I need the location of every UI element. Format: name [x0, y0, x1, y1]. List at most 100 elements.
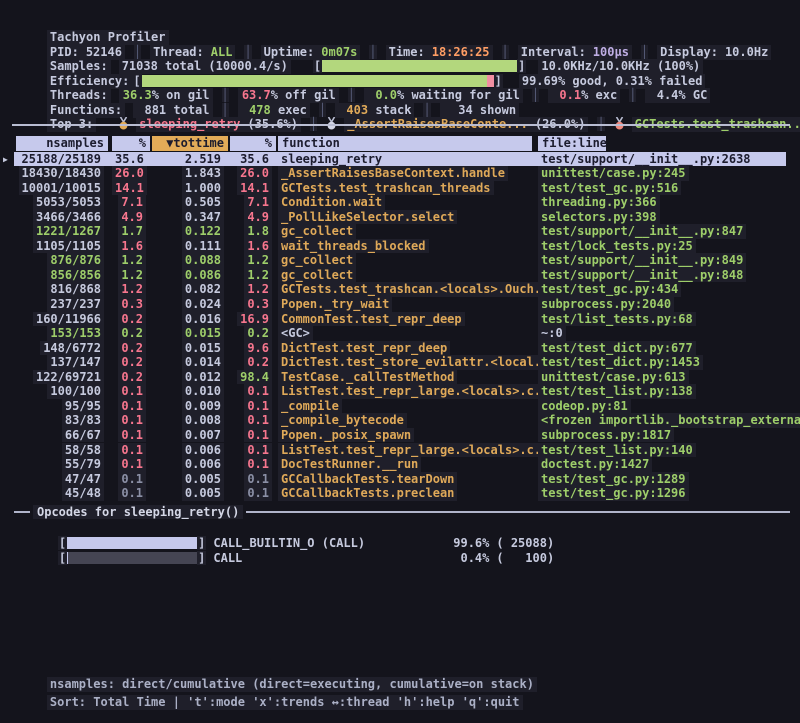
- table-row[interactable]: 58/580.10.0060.1ListTest.test_repr_large…: [0, 443, 800, 458]
- column-header-tottime-sorted[interactable]: ▼tottime: [152, 136, 228, 151]
- table-row[interactable]: 153/1530.20.0150.2<GC>~:0: [0, 326, 800, 341]
- legend-line: nsamples: direct/cumulative (direct=exec…: [18, 662, 800, 677]
- total-pct-cell: 4.9: [230, 210, 272, 225]
- nsamples-cell: 153/153: [16, 326, 104, 341]
- column-header-total-pct[interactable]: %: [230, 136, 276, 151]
- tottime-cell: 0.008: [152, 413, 224, 428]
- tottime-cell: 0.505: [152, 195, 224, 210]
- nsamples-cell: 45/48: [16, 486, 104, 501]
- direct-pct-cell: 0.1: [112, 413, 146, 428]
- table-row[interactable]: 237/2370.30.0240.3Popen._try_waitsubproc…: [0, 297, 800, 312]
- total-pct-cell: 0.1: [230, 413, 272, 428]
- table-row[interactable]: 5053/50537.10.5057.1Condition.waitthread…: [0, 195, 800, 210]
- table-row[interactable]: 55/790.10.0060.1DocTestRunner.__rundocte…: [0, 457, 800, 472]
- tottime-cell: 0.015: [152, 326, 224, 341]
- table-row[interactable]: 100/1000.10.0100.1ListTest.test_repr_lar…: [0, 384, 800, 399]
- file-line-cell: codeop.py:81: [538, 399, 800, 414]
- function-cell: _PollLikeSelector.select: [278, 210, 530, 225]
- tottime-cell: 0.016: [152, 312, 224, 327]
- top3-row: Top 3:sleeping_retry(35.6%)│_AssertRaise…: [18, 102, 800, 117]
- column-header-function[interactable]: function: [278, 136, 532, 151]
- table-row[interactable]: 66/670.10.0070.1Popen._posix_spawnsubpro…: [0, 428, 800, 443]
- column-header-nsamples[interactable]: nsamples: [16, 136, 108, 151]
- function-cell: GCCallbackTests.tearDown: [278, 472, 530, 487]
- table-row[interactable]: 137/1470.20.0140.2DictTest.test_store_ev…: [0, 355, 800, 370]
- table-row[interactable]: 856/8561.20.0861.2gc_collecttest/support…: [0, 268, 800, 283]
- file-line-cell: threading.py:366: [538, 195, 800, 210]
- opcodes-section-header: Opcodes for sleeping_retry(): [14, 505, 790, 520]
- table-header: nsamples % ▼tottime % function file:line: [0, 136, 800, 151]
- direct-pct-cell: 1.2: [112, 253, 146, 268]
- direct-pct-cell: 0.2: [112, 355, 146, 370]
- function-cell: Popen._try_wait: [278, 297, 530, 312]
- tottime-cell: 0.086: [152, 268, 224, 283]
- file-line-cell: test/support/__init__.py:2638: [538, 152, 800, 167]
- nsamples-cell: 876/876: [16, 253, 104, 268]
- table-row[interactable]: 160/119660.20.01616.9CommonTest.test_rep…: [0, 312, 800, 327]
- samples-row: Samples:71038 total (10000.4/s)[]10.0KHz…: [18, 44, 800, 59]
- direct-pct-cell: 0.2: [112, 326, 146, 341]
- table-row-selected[interactable]: ▶25188/2518935.62.51935.6sleeping_retryt…: [0, 152, 800, 167]
- file-line-cell: subprocess.py:1817: [538, 428, 800, 443]
- tottime-cell: 0.006: [152, 457, 224, 472]
- file-line-cell: doctest.py:1427: [538, 457, 800, 472]
- total-pct-cell: 98.4: [230, 370, 272, 385]
- total-pct-cell: 0.1: [230, 472, 272, 487]
- nsamples-cell: 47/47: [16, 472, 104, 487]
- file-line-cell: test/test_list.py:138: [538, 384, 800, 399]
- function-cell: _compile: [278, 399, 530, 414]
- total-pct-cell: 0.1: [230, 428, 272, 443]
- nsamples-cell: 1105/1105: [16, 239, 104, 254]
- opcode-bar: [67, 552, 197, 564]
- direct-pct-cell: 1.2: [112, 268, 146, 283]
- total-pct-cell: 35.6: [230, 152, 272, 167]
- table-row[interactable]: 876/8761.20.0881.2gc_collecttest/support…: [0, 253, 800, 268]
- table-row[interactable]: 816/8681.20.0821.2GCTests.test_trashcan.…: [0, 282, 800, 297]
- function-cell: _compile_bytecode: [278, 413, 530, 428]
- direct-pct-cell: 0.1: [112, 443, 146, 458]
- function-cell: DictTest.test_repr_deep: [278, 341, 530, 356]
- file-line-cell: test/test_dict.py:1453: [538, 355, 800, 370]
- total-pct-cell: 0.2: [230, 326, 272, 341]
- table-row[interactable]: 47/470.10.0050.1GCCallbackTests.tearDown…: [0, 472, 800, 487]
- function-cell: gc_collect: [278, 224, 530, 239]
- function-cell: ListTest.test_repr_large.<locals>.c...: [278, 443, 530, 458]
- nsamples-cell: 18430/18430: [16, 166, 104, 181]
- function-cell: CommonTest.test_repr_deep: [278, 312, 530, 327]
- tottime-cell: 0.122: [152, 224, 224, 239]
- table-row[interactable]: 95/950.10.0090.1_compilecodeop.py:81: [0, 399, 800, 414]
- table-row[interactable]: 83/830.10.0080.1_compile_bytecode<frozen…: [0, 413, 800, 428]
- opcode-name: CALL: [213, 551, 443, 566]
- total-pct-cell: 0.1: [230, 384, 272, 399]
- direct-pct-cell: 1.2: [112, 282, 146, 297]
- file-line-cell: test/support/__init__.py:849: [538, 253, 800, 268]
- table-row[interactable]: 18430/1843026.01.84326.0_AssertRaisesBas…: [0, 166, 800, 181]
- function-cell: <GC>: [278, 326, 530, 341]
- direct-pct-cell: 0.1: [112, 457, 146, 472]
- table-row[interactable]: 1105/11051.60.1111.6wait_threads_blocked…: [0, 239, 800, 254]
- tottime-cell: 0.009: [152, 399, 224, 414]
- table-row[interactable]: 1221/12671.70.1221.8gc_collecttest/suppo…: [0, 224, 800, 239]
- direct-pct-cell: 0.2: [112, 341, 146, 356]
- column-header-direct-pct[interactable]: %: [112, 136, 150, 151]
- direct-pct-cell: 26.0: [112, 166, 146, 181]
- nsamples-cell: 122/69721: [16, 370, 104, 385]
- table-row[interactable]: 122/697210.20.01298.4TestCase._callTestM…: [0, 370, 800, 385]
- total-pct-cell: 14.1: [230, 181, 272, 196]
- table-row[interactable]: 148/67720.20.0159.6DictTest.test_repr_de…: [0, 341, 800, 356]
- table-row[interactable]: 3466/34664.90.3474.9_PollLikeSelector.se…: [0, 210, 800, 225]
- total-pct-cell: 1.2: [230, 282, 272, 297]
- nsamples-cell: 237/237: [16, 297, 104, 312]
- table-row[interactable]: 10001/1001514.11.00014.1GCTests.test_tra…: [0, 181, 800, 196]
- table-row[interactable]: 45/480.10.0050.1GCCallbackTests.preclean…: [0, 486, 800, 501]
- column-header-file-line[interactable]: file:line: [538, 136, 606, 151]
- tottime-cell: 0.012: [152, 370, 224, 385]
- tottime-cell: 0.006: [152, 443, 224, 458]
- tottime-cell: 1.000: [152, 181, 224, 196]
- nsamples-cell: 1221/1267: [16, 224, 104, 239]
- header-divider: [12, 124, 790, 126]
- function-cell: gc_collect: [278, 268, 530, 283]
- direct-pct-cell: 0.1: [112, 472, 146, 487]
- file-line-cell: test/lock_tests.py:25: [538, 239, 800, 254]
- nsamples-cell: 95/95: [16, 399, 104, 414]
